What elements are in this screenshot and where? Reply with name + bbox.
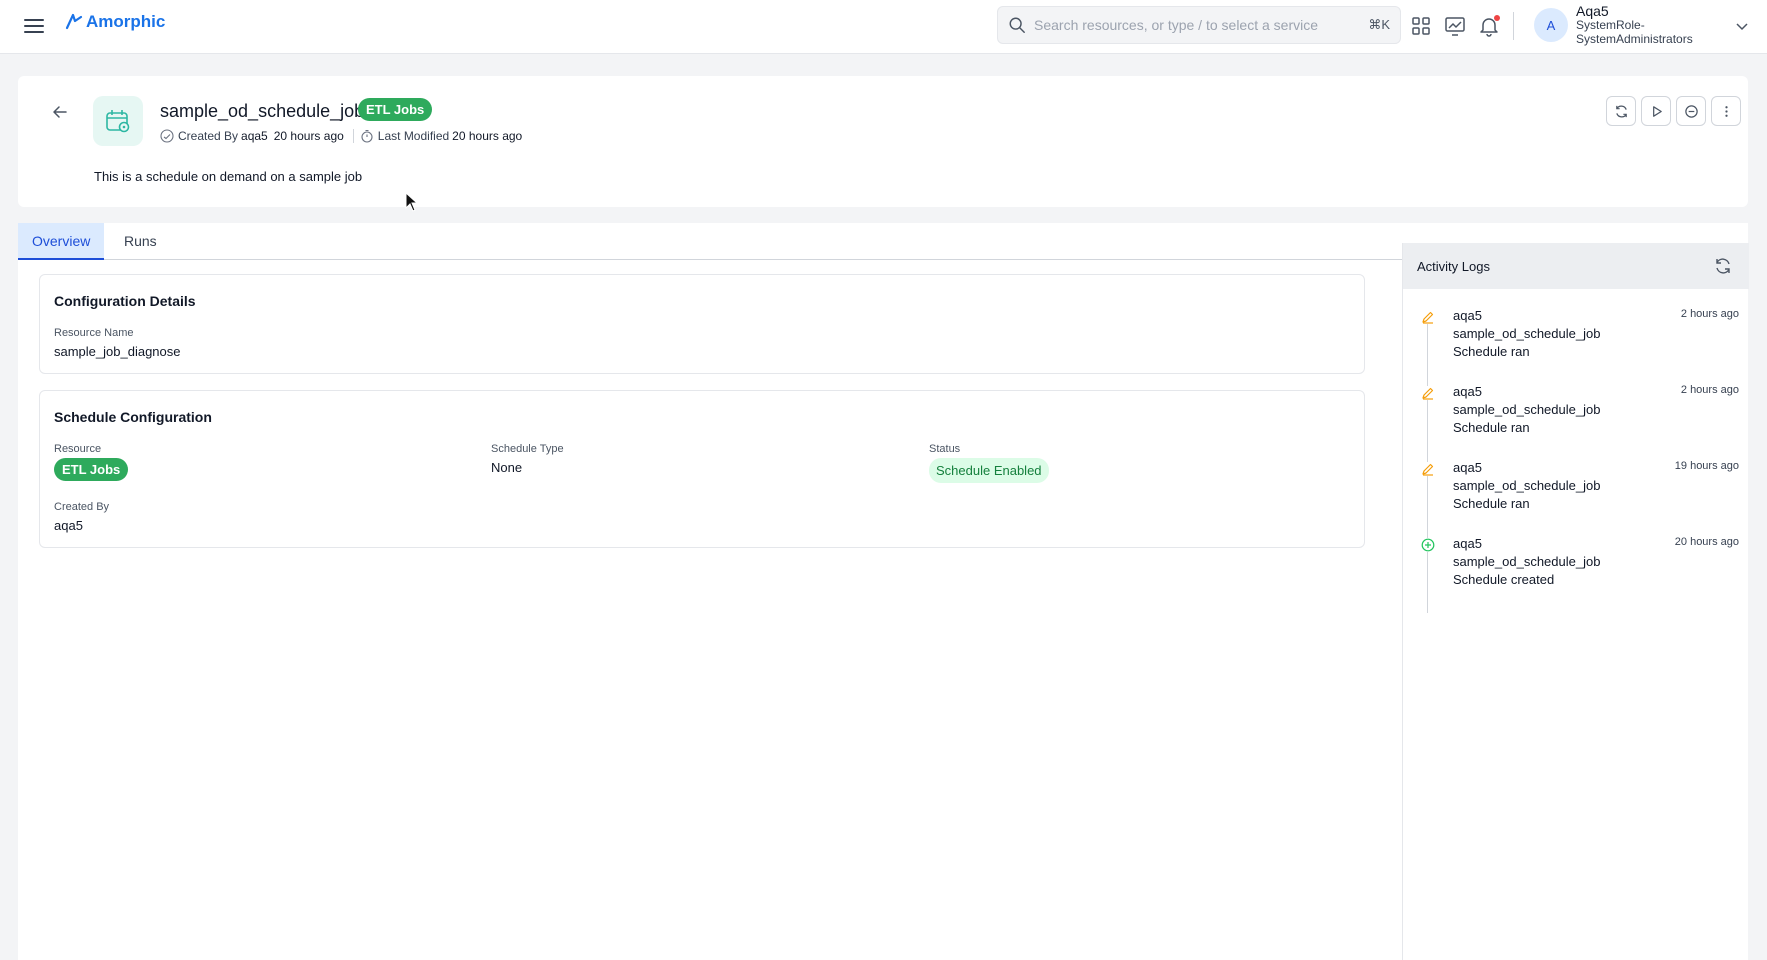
log-time: 2 hours ago: [1680, 308, 1739, 320]
chevron-down-icon[interactable]: [1734, 18, 1750, 34]
log-resource: sample_od_schedule_job: [1453, 402, 1601, 417]
panel-title: Configuration Details: [54, 293, 196, 309]
notification-bell-icon[interactable]: [1477, 14, 1501, 38]
log-action: Schedule created: [1453, 572, 1555, 587]
created-by-value: aqa5: [54, 518, 83, 533]
configuration-details-panel: Configuration Details Resource Name samp…: [39, 274, 1365, 374]
stopwatch-icon: [361, 129, 373, 143]
log-user: aqa5: [1453, 308, 1482, 323]
tab-overview[interactable]: Overview: [18, 223, 105, 260]
schedule-type-value: None: [491, 460, 523, 475]
play-icon: [1652, 105, 1662, 117]
plus-circle-icon: [1421, 538, 1435, 552]
pencil-icon: [1421, 310, 1435, 324]
more-options-button[interactable]: [1711, 96, 1741, 126]
user-name: Aqa5: [1576, 3, 1609, 19]
avatar[interactable]: A: [1534, 8, 1568, 42]
activity-log-item: aqa5 sample_od_schedule_job Schedule cre…: [1403, 536, 1749, 612]
log-time: 20 hours ago: [1674, 536, 1739, 548]
log-resource: sample_od_schedule_job: [1453, 326, 1601, 341]
panel-title: Schedule Configuration: [54, 409, 212, 425]
amorphic-logo-icon: [65, 13, 83, 30]
refresh-icon: [1615, 104, 1627, 118]
user-role: SystemRole-SystemAdministrators: [1576, 18, 1693, 46]
divider: [1513, 12, 1514, 40]
schedule-configuration-panel: Schedule Configuration Resource ETL Jobs…: [39, 390, 1365, 548]
log-user: aqa5: [1453, 536, 1482, 551]
log-time: 2 hours ago: [1680, 384, 1739, 396]
mouse-cursor-icon: [405, 191, 419, 212]
resource-name-value: sample_job_diagnose: [54, 344, 181, 359]
back-arrow-icon[interactable]: [50, 102, 70, 122]
type-badge: ETL Jobs: [358, 98, 433, 121]
activity-log-item: aqa5 sample_od_schedule_job Schedule ran…: [1403, 308, 1749, 384]
search-icon: [1009, 17, 1025, 33]
stop-icon: [1684, 104, 1698, 118]
log-resource: sample_od_schedule_job: [1453, 554, 1601, 569]
page-title: sample_od_schedule_job: [160, 101, 365, 121]
logo-text: Amorphic: [86, 12, 166, 31]
more-vertical-icon: [1724, 105, 1728, 117]
disable-button[interactable]: [1676, 96, 1706, 126]
activity-refresh-icon[interactable]: [1713, 256, 1733, 276]
job-description: This is a schedule on demand on a sample…: [94, 169, 363, 184]
activity-log-item: aqa5 sample_od_schedule_job Schedule ran…: [1403, 384, 1749, 460]
analytics-icon[interactable]: [1443, 14, 1467, 38]
refresh-button[interactable]: [1606, 96, 1636, 126]
etl-job-icon: [93, 96, 143, 146]
created-by-user: aqa5: [241, 129, 268, 143]
created-clock-icon: [160, 129, 174, 143]
logo[interactable]: Amorphic: [64, 12, 165, 32]
log-time: 19 hours ago: [1674, 460, 1739, 472]
modified-ago: 20 hours ago: [452, 129, 523, 143]
resource-label: Resource: [54, 443, 102, 455]
pencil-icon: [1421, 386, 1435, 400]
schedule-type-label: Schedule Type: [491, 443, 564, 455]
menu-icon[interactable]: [22, 14, 46, 38]
modified-label: Last Modified: [377, 129, 450, 143]
activity-logs-panel: Activity Logs aqa5 sample_od_schedule_jo…: [1402, 243, 1749, 960]
job-meta: Created By aqa5 20 hours ago Last Modifi…: [160, 129, 525, 143]
log-user: aqa5: [1453, 460, 1482, 475]
search-box[interactable]: ⌘K: [997, 6, 1401, 44]
resource-badge: ETL Jobs: [54, 458, 129, 481]
resource-name-label: Resource Name: [54, 327, 134, 339]
activity-log-item: aqa5 sample_od_schedule_job Schedule ran…: [1403, 460, 1749, 536]
created-ago: 20 hours ago: [273, 129, 344, 143]
log-action: Schedule ran: [1453, 344, 1530, 359]
log-action: Schedule ran: [1453, 420, 1530, 435]
run-button[interactable]: [1641, 96, 1671, 126]
log-user: aqa5: [1453, 384, 1482, 399]
log-resource: sample_od_schedule_job: [1453, 478, 1601, 493]
status-label: Status: [929, 443, 961, 455]
log-action: Schedule ran: [1453, 496, 1530, 511]
top-bar: Amorphic ⌘K A Aqa5 SystemRole-SystemAdmi…: [0, 0, 1767, 54]
search-shortcut: ⌘K: [1368, 17, 1390, 32]
activity-logs-header: Activity Logs: [1403, 243, 1749, 289]
meta-divider: [352, 129, 354, 143]
created-by-label: Created By: [178, 129, 239, 143]
created-by-label: Created By: [54, 501, 110, 513]
activity-logs-title: Activity Logs: [1417, 259, 1490, 274]
job-header: sample_od_schedule_job ETL Jobs Created …: [18, 76, 1748, 207]
pencil-icon: [1421, 462, 1435, 476]
notification-dot: [1494, 15, 1500, 21]
apps-grid-icon[interactable]: [1409, 14, 1433, 38]
search-input[interactable]: [1034, 17, 1369, 33]
status-badge: Schedule Enabled: [929, 458, 1049, 483]
main-content: Overview Runs Configuration Details Reso…: [18, 223, 1749, 960]
tab-runs[interactable]: Runs: [110, 223, 171, 260]
user-info[interactable]: Aqa5 SystemRole-SystemAdministrators: [1576, 4, 1736, 46]
